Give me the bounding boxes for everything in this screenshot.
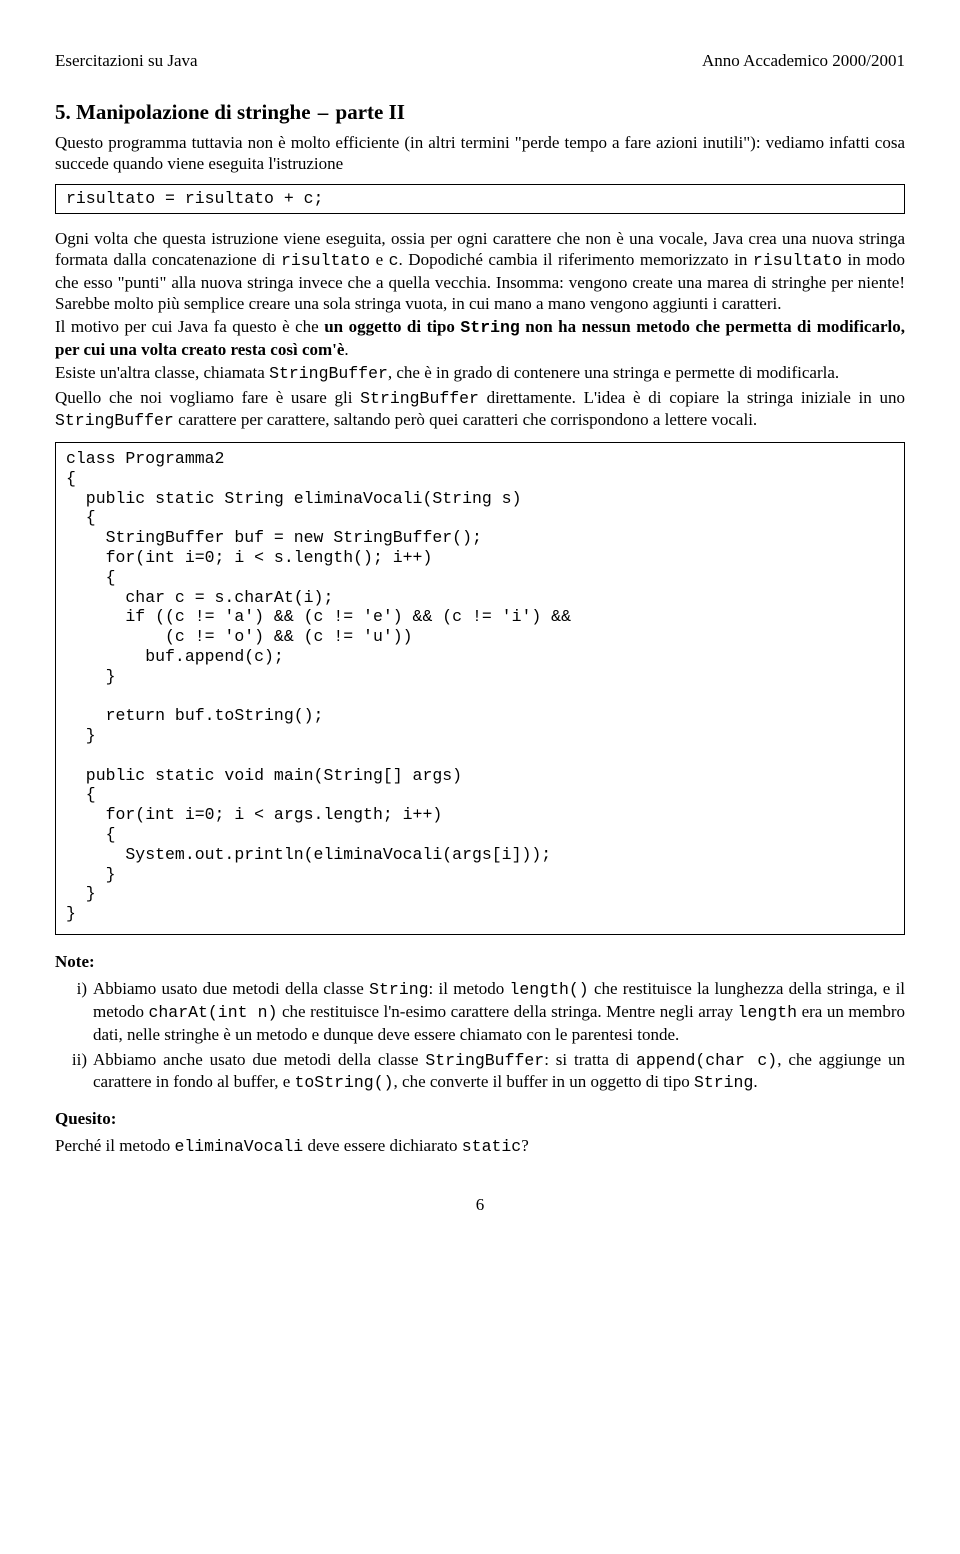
question-heading: Quesito:: [55, 1108, 905, 1129]
code-inline: charAt(int n): [149, 1003, 278, 1022]
notes-list: i)Abbiamo usato due metodi della classe …: [93, 978, 905, 1094]
header-right: Anno Accademico 2000/2001: [702, 50, 905, 71]
page-number: 6: [55, 1194, 905, 1215]
text-span: Abbiamo anche usato due metodi della cla…: [93, 1050, 425, 1069]
text-span: : si tratta di: [544, 1050, 636, 1069]
page-header: Esercitazioni su Java Anno Accademico 20…: [55, 50, 905, 71]
code-inline: static: [462, 1137, 521, 1156]
section-number: 5.: [55, 100, 71, 124]
code-inline: c: [389, 251, 399, 270]
header-left: Esercitazioni su Java: [55, 50, 198, 71]
text-span: Perché il metodo: [55, 1136, 174, 1155]
code-inline: StringBuffer: [269, 364, 388, 383]
code-inline: String: [694, 1073, 753, 1092]
inline-instruction-code: risultato = risultato + c;: [55, 184, 905, 214]
text-span: .: [344, 340, 348, 359]
text-span: e: [370, 250, 389, 269]
intro-paragraph: Questo programma tuttavia non è molto ef…: [55, 132, 905, 175]
note-index: i): [59, 978, 93, 999]
text-span: Il motivo per cui Java fa questo è che: [55, 317, 324, 336]
question-paragraph: Perché il metodo eliminaVocali deve esse…: [55, 1135, 905, 1158]
text-span: ?: [521, 1136, 529, 1155]
note-item: i)Abbiamo usato due metodi della classe …: [93, 978, 905, 1045]
text-span: Quello che noi vogliamo fare è usare gli: [55, 388, 360, 407]
notes-heading: Note:: [55, 951, 905, 972]
code-inline: length: [738, 1003, 797, 1022]
text-span: direttamente. L'idea è di copiare la str…: [479, 388, 905, 407]
text-span: deve essere dichiarato: [303, 1136, 462, 1155]
text-span: .: [753, 1072, 757, 1091]
code-inline: risultato: [281, 251, 370, 270]
section-title-text: Manipolazione di stringhe: [76, 100, 311, 124]
code-inline: toString(): [295, 1073, 394, 1092]
text-span: : il metodo: [429, 979, 510, 998]
text-span: . Dopodiché cambia il riferimento memori…: [399, 250, 753, 269]
code-inline: String: [369, 980, 428, 999]
code-inline: risultato: [753, 251, 842, 270]
text-span: carattere per carattere, saltando però q…: [174, 410, 757, 429]
note-item: ii)Abbiamo anche usato due metodi della …: [93, 1049, 905, 1094]
paragraph-2: Ogni volta che questa istruzione viene e…: [55, 228, 905, 314]
code-inline: String: [460, 318, 519, 337]
text-span: , che è in grado di contenere una string…: [388, 363, 839, 382]
code-listing: class Programma2 { public static String …: [55, 442, 905, 935]
code-inline: StringBuffer: [360, 389, 479, 408]
code-inline: length(): [509, 980, 588, 999]
paragraph-4: Esiste un'altra classe, chiamata StringB…: [55, 362, 905, 385]
note-index: ii): [59, 1049, 93, 1070]
text-span: Esiste un'altra classe, chiamata: [55, 363, 269, 382]
text-span: Abbiamo usato due metodi della classe: [93, 979, 369, 998]
code-inline: eliminaVocali: [174, 1137, 303, 1156]
dash-separator: –: [316, 100, 331, 124]
text-span: un oggetto di tipo: [324, 317, 460, 336]
paragraph-3: Il motivo per cui Java fa questo è che u…: [55, 316, 905, 360]
code-inline: append(char c): [636, 1051, 777, 1070]
code-inline: StringBuffer: [55, 411, 174, 430]
text-span: , che converte il buffer in un oggetto d…: [394, 1072, 694, 1091]
paragraph-5: Quello che noi vogliamo fare è usare gli…: [55, 387, 905, 432]
code-inline: StringBuffer: [425, 1051, 544, 1070]
section-heading: 5. Manipolazione di stringhe – parte II: [55, 99, 905, 125]
text-span: che restituisce l'n-esimo carattere dell…: [277, 1002, 737, 1021]
section-subtitle: parte II: [336, 100, 405, 124]
